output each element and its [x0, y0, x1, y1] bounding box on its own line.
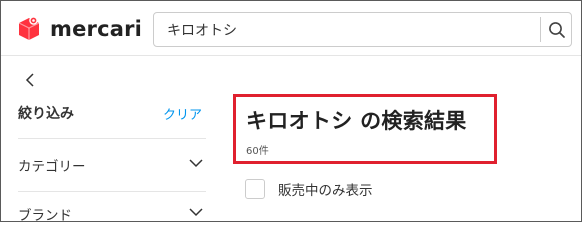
divider — [18, 138, 206, 139]
filter-title: 絞り込み — [18, 106, 74, 122]
filter-brand[interactable]: ブランド — [18, 204, 206, 224]
search-bar — [153, 12, 572, 47]
on-sale-only-label: 販売中のみ表示 — [278, 183, 373, 199]
filter-brand-label: ブランド — [18, 208, 72, 224]
page-title: キロオトシ の検索結果 — [246, 109, 467, 133]
search-result-title-highlight: キロオトシ の検索結果 60件 — [233, 94, 497, 164]
clear-filters-link[interactable]: クリア — [163, 104, 202, 123]
mercari-box-logo-icon — [16, 16, 42, 42]
divider — [18, 191, 206, 192]
back-button[interactable] — [22, 71, 38, 89]
search-icon — [548, 21, 565, 38]
result-count: 60件 — [246, 146, 269, 157]
mercari-logo[interactable]: mercari — [16, 14, 142, 44]
on-sale-only-checkbox[interactable] — [245, 179, 265, 199]
filter-category[interactable]: カテゴリー — [18, 155, 206, 175]
search-button[interactable] — [541, 13, 572, 46]
filter-category-label: カテゴリー — [18, 159, 86, 175]
logo-text: mercari — [50, 17, 143, 41]
chevron-down-icon — [189, 208, 203, 217]
chevron-left-icon — [25, 73, 34, 87]
search-input[interactable] — [154, 13, 539, 46]
header: mercari — [1, 1, 581, 56]
chevron-down-icon — [189, 159, 203, 168]
on-sale-only-toggle[interactable]: 販売中のみ表示 — [245, 178, 373, 200]
